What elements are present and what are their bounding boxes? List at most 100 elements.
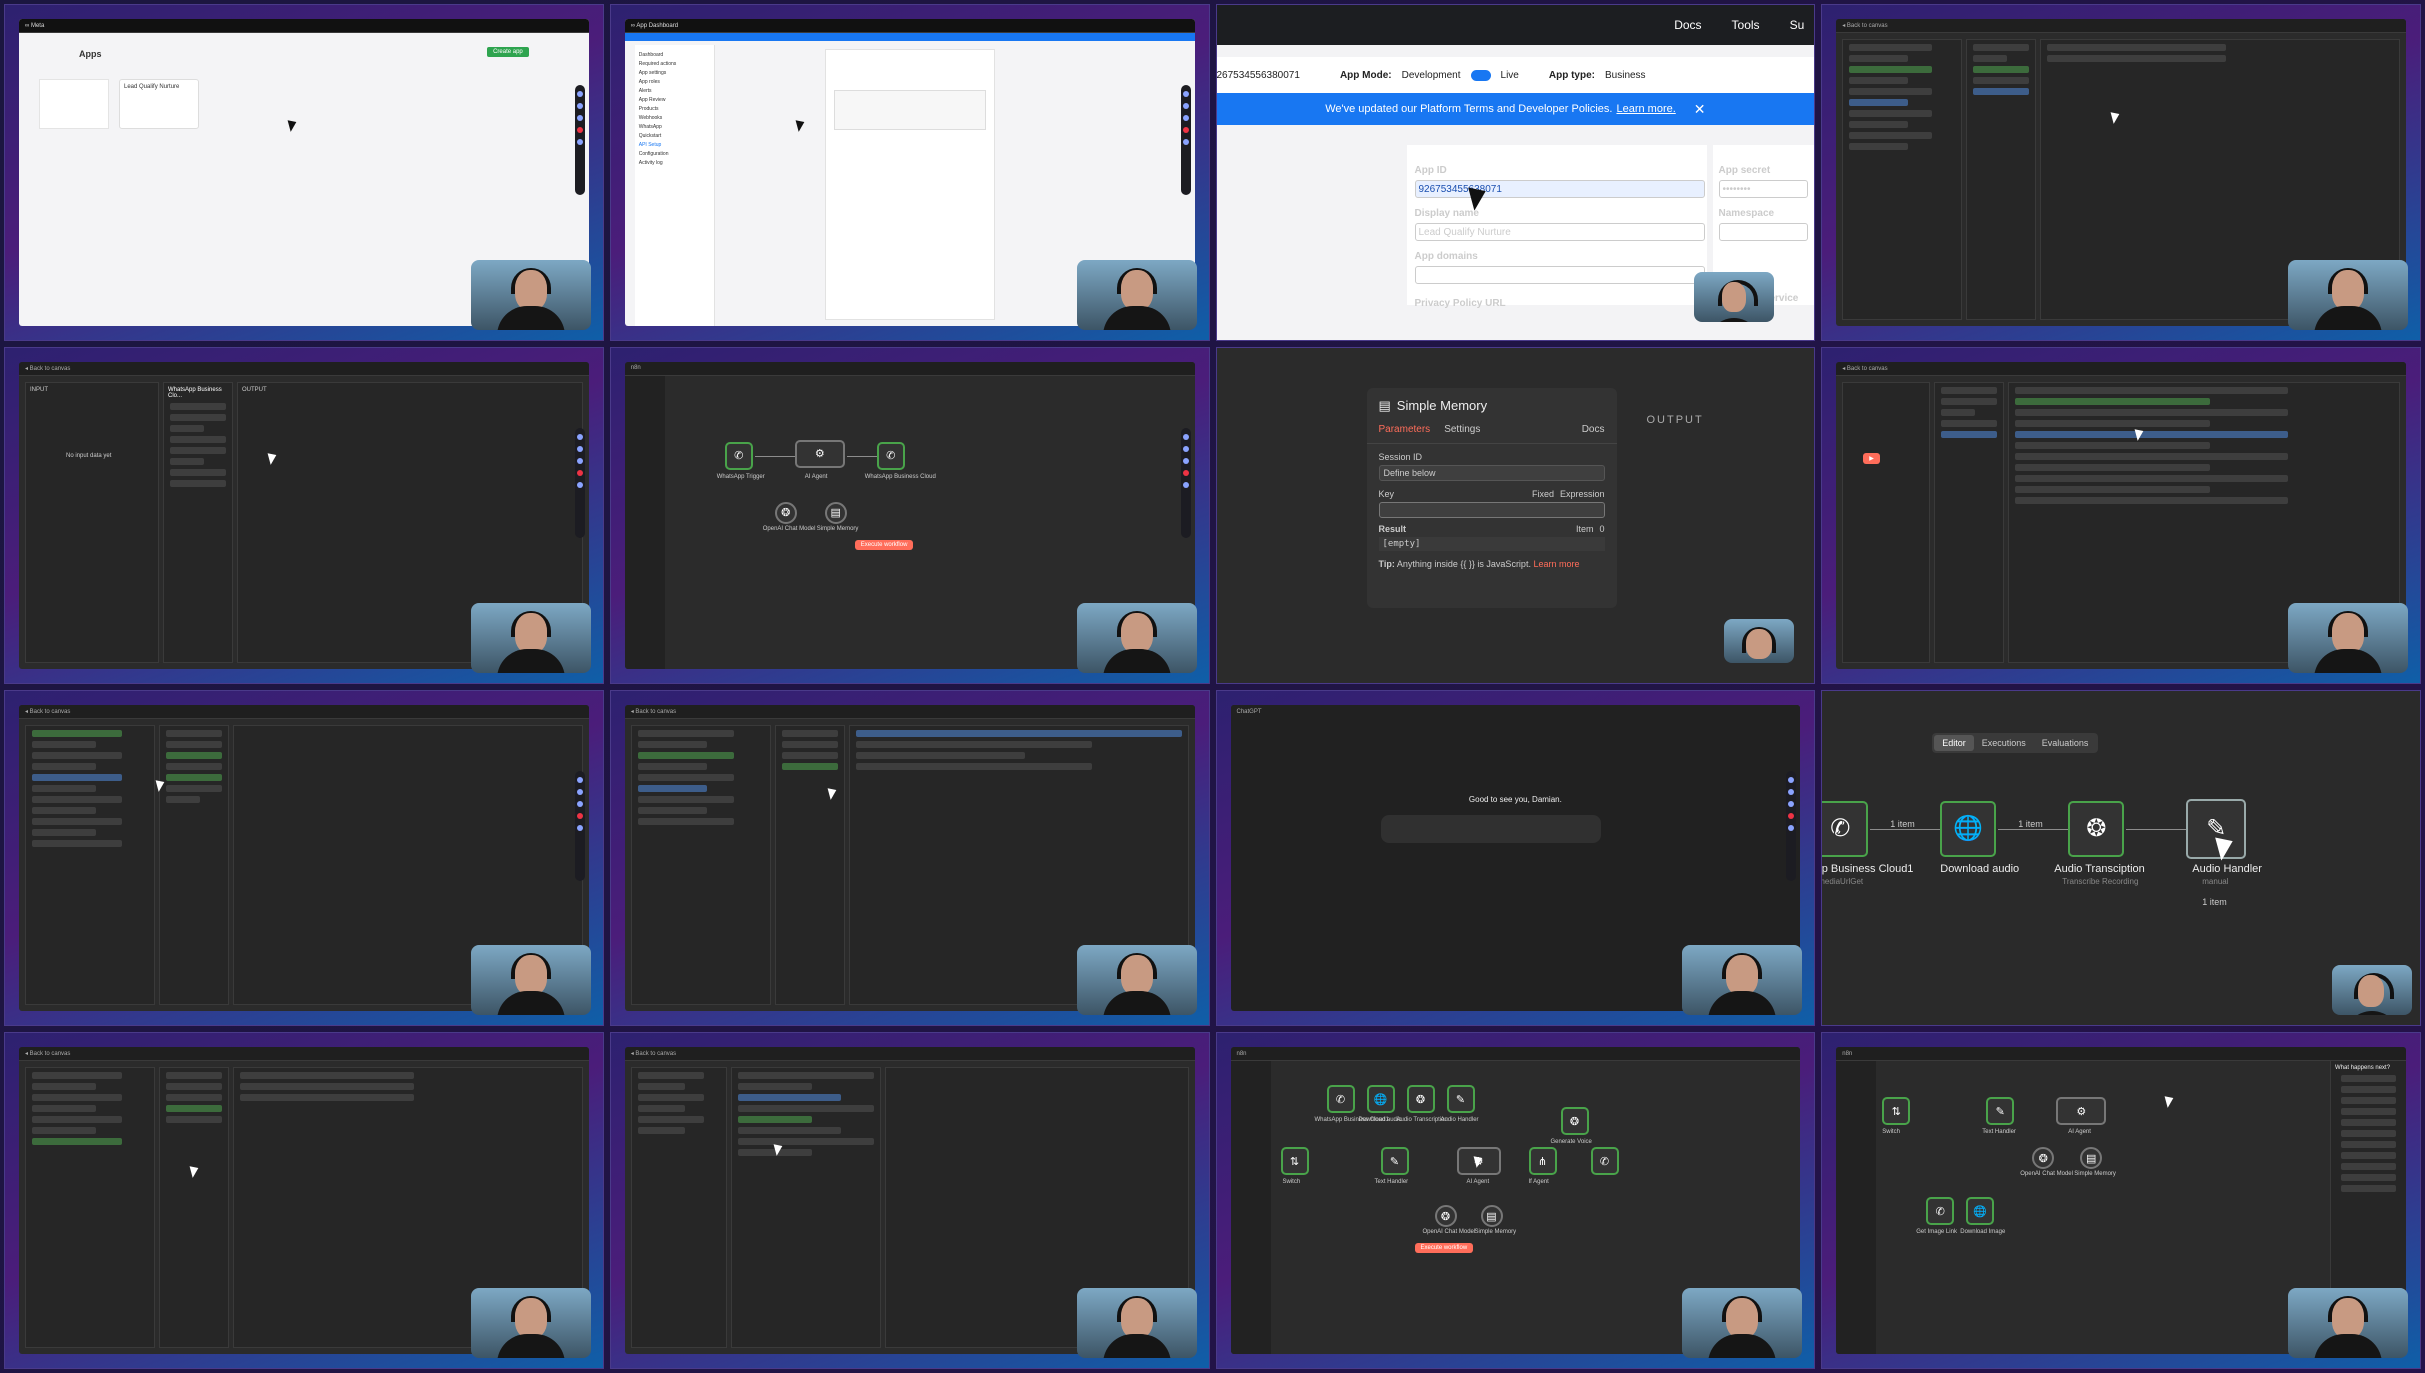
sidebar-item[interactable]: Activity log [639,160,710,166]
recorder-toolbar[interactable] [1180,85,1191,195]
panel-tabs: Parameters Settings Docs [1366,424,1617,444]
response-voice-node[interactable]: ✆ [1590,1147,1619,1176]
params-pane [1934,381,2005,663]
ai-agent-node[interactable]: ⚙ [794,439,845,468]
close-icon[interactable]: ✕ [1694,101,1706,118]
sidebar-item[interactable]: App settings [639,70,710,76]
thumb-app-settings-zoom: Docs Tools Su 267534556380071 App Mode: … [1215,4,1816,341]
recorder-toolbar[interactable] [574,770,585,881]
create-app-button[interactable]: Create app [487,47,529,57]
node-label: Download audio [1358,1117,1402,1124]
app-secret-field[interactable]: •••••••• [1718,180,1809,198]
openai-model-node[interactable]: ❂ [1434,1205,1457,1228]
fetch-button[interactable]: ▶ [1863,452,1880,464]
sidebar-item[interactable]: Webhooks [639,115,710,121]
tip-link[interactable]: Learn more [1533,559,1579,569]
app-domains-field[interactable] [1414,266,1705,284]
audio-handler-node[interactable]: ✎ [2186,798,2247,859]
n8n-topbar: ◂ Back to canvas [19,704,589,719]
app-id-field[interactable]: 926753455638071 [1414,180,1705,198]
recorder-toolbar[interactable] [1180,427,1191,538]
banner-link[interactable]: Learn more. [1616,103,1675,115]
sidebar-item[interactable]: App Review [639,97,710,103]
webcam-overlay [1694,271,1775,322]
panel-header: ▤ Simple Memory [1367,388,1617,424]
sidebar-item[interactable]: WhatsApp [639,124,710,130]
api-setup-panel [824,49,995,320]
sidebar-item[interactable]: Required actions [639,61,710,67]
app-id-partial: 267534556380071 [1216,69,1300,81]
policy-banner: We've updated our Platform Terms and Dev… [1216,93,1815,125]
tab-editor[interactable]: Editor [1934,734,1974,751]
meta-topbar: ∞ Meta [19,19,589,33]
expression-toggle[interactable]: Expression [1560,489,1605,499]
text-handler-node[interactable]: ✎ [1380,1147,1409,1176]
item-label: Item [1575,523,1594,534]
text-handler-node[interactable]: ✎ [1986,1097,2015,1126]
switch-node[interactable]: ⇅ [1280,1147,1309,1176]
tab-executions[interactable]: Executions [1974,735,2034,751]
input-pane: INPUT No input data yet [25,381,159,663]
sidebar-item[interactable]: Configuration [639,151,710,157]
nav-docs[interactable]: Docs [1674,18,1701,32]
session-select[interactable]: Define below [1378,464,1605,481]
edge-label: 1 item [2202,896,2227,907]
switch-node[interactable]: ⇅ [1882,1097,1911,1126]
sidebar-item[interactable]: Alerts [639,88,710,94]
namespace-field[interactable] [1718,223,1809,241]
openai-model-node[interactable]: ❂ [2032,1147,2055,1170]
nav-support[interactable]: Su [1790,18,1805,32]
nav-tools[interactable]: Tools [1732,18,1760,32]
chat-input[interactable] [1380,814,1601,843]
node-label: OpenAI Chat Model [762,525,816,532]
display-name-field[interactable]: Lead Qualify Nurture [1414,223,1705,241]
sidebar-item[interactable]: Quickstart [639,133,710,139]
execute-workflow-button[interactable]: Execute workflow [1414,1243,1474,1254]
meta-nav: Docs Tools Su [1216,5,1815,45]
download-image-node[interactable]: 🌐 [1966,1197,1995,1226]
node-label: Audio Handler [2192,862,2262,875]
whatsapp-cloud-node[interactable]: ✆ [1822,800,1869,857]
sidebar-item[interactable]: App roles [639,79,710,85]
openai-model-node[interactable]: ❂ [774,501,797,524]
simple-memory-node[interactable]: ▤ [824,501,847,524]
simple-memory-node[interactable]: ▤ [2080,1147,2103,1170]
key-input[interactable] [1378,501,1605,518]
get-image-link-node[interactable]: ✆ [1926,1197,1955,1226]
simple-memory-node[interactable]: ▤ [1480,1205,1503,1228]
app-card[interactable]: Lead Qualify Nurture [119,79,199,129]
app-name[interactable]: ChatGPT [1237,709,1262,715]
node-label: Audio Transciption [2054,862,2145,875]
thumb-meta-dashboard: ∞ App Dashboard Dashboard Required actio… [609,4,1210,341]
webcam-overlay [1724,618,1795,663]
thumb-n8n-code: ◂ Back to canvas [609,1032,1210,1369]
sidebar-item[interactable]: API Setup [639,142,710,148]
thumb-n8n-trigger-json: ◂ Back to canvas ▶ [1821,346,2421,684]
whatsapp-cloud-node[interactable]: ✆ [1326,1085,1355,1114]
recorder-toolbar[interactable] [574,85,585,195]
recorder-toolbar[interactable] [574,427,585,538]
tab-evaluations[interactable]: Evaluations [2034,735,2097,751]
docs-link[interactable]: Docs [1582,424,1605,443]
download-audio-node[interactable]: 🌐 [1940,800,1997,857]
live-toggle[interactable] [1470,69,1491,81]
item-value: 0 [1599,523,1605,534]
sidebar-item[interactable]: Products [639,106,710,112]
generate-voice-node[interactable]: ❂ [1560,1107,1589,1136]
tab-settings[interactable]: Settings [1444,424,1480,443]
if-agent-node[interactable]: ⋔ [1528,1147,1557,1176]
audio-handler-node[interactable]: ✎ [1446,1085,1475,1114]
audio-transcription-node[interactable]: ❂ [2068,800,2125,857]
tab-parameters[interactable]: Parameters [1379,424,1431,443]
audio-transcription-node[interactable]: ❂ [1406,1085,1435,1114]
execute-workflow-button[interactable]: Execute workflow [854,539,914,550]
mouse-cursor [287,118,299,132]
sidebar-item[interactable]: Dashboard [639,52,710,58]
download-audio-node[interactable]: 🌐 [1366,1085,1395,1114]
whatsapp-cloud-node[interactable]: ✆ [876,441,905,470]
ai-agent-node[interactable]: ⚙ [2056,1097,2107,1126]
fixed-toggle[interactable]: Fixed [1532,489,1554,499]
recorder-toolbar[interactable] [1786,770,1797,881]
whatsapp-trigger-node[interactable]: ✆ [724,441,753,470]
edge-label: 1 item [1890,818,1915,829]
